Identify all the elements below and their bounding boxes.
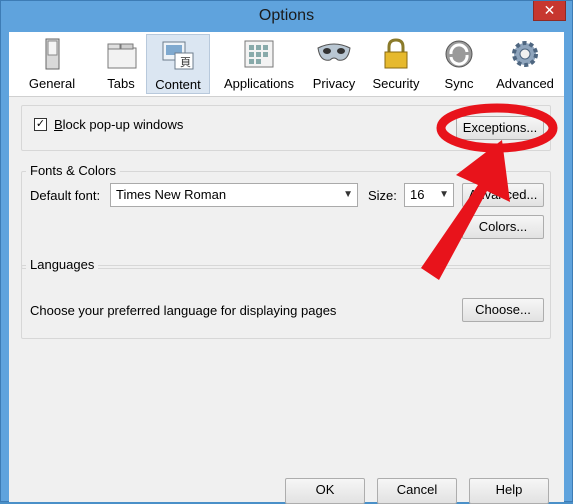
fonts-colors-section: Fonts & Colors Default font: Times New R… [21,163,551,269]
font-size-value: 16 [410,187,425,202]
tabs-icon [107,43,137,69]
tab-security[interactable]: Security [365,34,427,94]
lock-icon [384,38,408,69]
gear-icon [512,41,538,67]
tab-content[interactable]: 頁 Content [146,34,210,94]
advanced-fonts-button[interactable]: Advanced... [462,183,544,207]
privacy-mask-icon [317,43,351,61]
colors-button[interactable]: Colors... [462,215,544,239]
languages-title: Languages [26,257,99,272]
chevron-down-icon: ▼ [439,189,449,200]
close-button[interactable]: ✕ [533,1,566,21]
tab-label: Advanced [496,76,554,91]
fonts-colors-title: Fonts & Colors [26,163,120,178]
tab-label: Security [372,76,420,91]
choose-languages-button[interactable]: Choose... [462,298,544,322]
tab-tabs[interactable]: Tabs [95,34,147,94]
applications-icon [244,40,274,68]
window-title: Options [258,7,315,24]
tab-privacy[interactable]: Privacy [307,34,361,94]
chevron-down-icon: ▼ [343,189,353,200]
tab-applications[interactable]: Applications [215,34,303,94]
dialog-client-area: General Tabs 頁 Content Applications Priv… [9,32,564,504]
tab-label: General [28,76,76,91]
tab-label: Applications [223,76,295,91]
category-toolbar: General Tabs 頁 Content Applications Priv… [9,32,564,97]
tab-advanced[interactable]: Advanced [489,34,561,94]
ok-button[interactable]: OK [285,478,365,504]
tab-label: Privacy [312,76,356,91]
size-label: Size: [368,188,397,203]
help-button[interactable]: Help [469,478,549,504]
languages-description: Choose your preferred language for displ… [30,303,337,318]
tab-general[interactable]: General [13,34,91,94]
popups-section: ✓ Block pop-up windows Exceptions... [21,105,551,151]
languages-section: Languages Choose your preferred language… [21,257,551,339]
block-popups-label[interactable]: Block pop-up windows [54,117,183,132]
cancel-button[interactable]: Cancel [377,478,457,504]
title-bar[interactable]: Options ✕ [1,1,572,33]
font-size-select[interactable]: 16 ▼ [404,183,454,207]
sync-icon [445,40,473,68]
default-font-value: Times New Roman [116,187,227,202]
tab-label: Tabs [107,76,135,91]
block-popups-checkbox[interactable]: ✓ [34,118,47,131]
general-switch-icon [45,38,60,70]
content-icon: 頁 [162,41,194,70]
tab-label: Content [155,77,201,92]
exceptions-button[interactable]: Exceptions... [456,116,544,140]
tab-sync[interactable]: Sync [431,34,487,94]
default-font-label: Default font: [30,188,101,203]
options-window: Options ✕ General Tabs 頁 Content Applica… [0,0,573,504]
tab-label: Sync [444,76,474,91]
default-font-select[interactable]: Times New Roman ▼ [110,183,358,207]
svg-text:頁: 頁 [180,57,191,69]
